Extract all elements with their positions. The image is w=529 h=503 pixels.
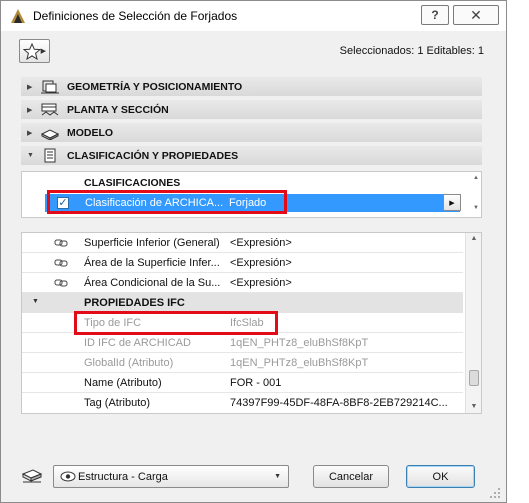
classification-picker-button[interactable]: ▶ [443, 194, 461, 211]
floor-plan-icon [39, 102, 61, 118]
help-button[interactable]: ? [421, 5, 449, 25]
highlight-classification [47, 190, 287, 214]
group-label: PROPIEDADES IFC [84, 297, 185, 309]
favorites-button[interactable]: ▶ [19, 39, 50, 63]
dialog-window: Definiciones de Selección de Forjados ? … [0, 0, 507, 503]
property-value: 1qEN_PHTz8_eluBhSf8KpT [230, 337, 369, 349]
section-label: PLANTA Y SECCIÓN [67, 103, 169, 116]
property-value[interactable]: <Expresión> [230, 277, 292, 289]
collapse-arrow-icon: ▼ [27, 152, 34, 159]
chevron-right-icon: ▶ [40, 48, 46, 55]
scroll-up-icon[interactable]: ▲ [471, 175, 481, 181]
ifc-properties-group[interactable]: ▼ PROPIEDADES IFC [22, 293, 463, 313]
section-geometry[interactable]: ▶ GEOMETRÍA Y POSICIONAMIENTO [21, 77, 482, 96]
property-name: Name (Atributo) [84, 377, 162, 389]
resize-grip-icon[interactable] [489, 487, 501, 499]
play-arrow-icon: ▶ [449, 199, 455, 207]
property-name: ID IFC de ARCHICAD [84, 337, 191, 349]
selection-info: Seleccionados: 1 Editables: 1 [339, 45, 484, 57]
archicad-app-icon [11, 9, 25, 23]
slab-layers-icon [21, 469, 43, 483]
property-row[interactable]: Tag (Atributo) 74397F99-45DF-48FA-8BF8-2… [22, 393, 463, 413]
property-value: 1qEN_PHTz8_eluBhSf8KpT [230, 357, 369, 369]
section-floor-plan[interactable]: ▶ PLANTA Y SECCIÓN [21, 100, 482, 119]
link-icon [54, 279, 68, 287]
scroll-down-icon[interactable]: ▼ [466, 403, 481, 410]
link-icon [54, 239, 68, 247]
expand-arrow-icon: ▶ [27, 83, 33, 91]
scroll-down-icon[interactable]: ▼ [471, 205, 481, 211]
section-label: GEOMETRÍA Y POSICIONAMIENTO [67, 80, 243, 93]
classifications-heading: CLASIFICACIONES [84, 177, 181, 189]
property-value[interactable]: <Expresión> [230, 237, 292, 249]
collapse-arrow-icon: ▼ [32, 298, 39, 305]
star-icon [23, 42, 41, 60]
scroll-up-icon[interactable]: ▲ [466, 235, 481, 242]
expand-arrow-icon: ▶ [27, 129, 33, 137]
section-label: CLASIFICACIÓN Y PROPIEDADES [67, 149, 239, 162]
eye-icon [60, 471, 76, 482]
geometry-icon [39, 79, 61, 95]
property-row[interactable]: Superficie Inferior (General) <Expresión… [22, 233, 463, 253]
properties-scrollbar[interactable]: ▲ ▼ [465, 233, 481, 413]
section-label: MODELO [67, 126, 114, 139]
model-icon [39, 125, 61, 141]
ok-button[interactable]: OK [406, 465, 475, 488]
view-dropdown[interactable]: Estructura - Carga ▼ [53, 465, 289, 488]
property-row[interactable]: Name (Atributo) FOR - 001 [22, 373, 463, 393]
property-row: ID IFC de ARCHICAD 1qEN_PHTz8_eluBhSf8Kp… [22, 333, 463, 353]
property-name: Área Condicional de la Su... [84, 277, 221, 289]
view-label: Estructura - Carga [78, 471, 168, 483]
property-row[interactable]: Área Condicional de la Su... <Expresión> [22, 273, 463, 293]
close-button[interactable]: ✕ [453, 5, 499, 25]
property-value[interactable]: <Expresión> [230, 257, 292, 269]
highlight-ifc-type [74, 311, 278, 335]
title-bar: Definiciones de Selección de Forjados ? … [1, 1, 506, 31]
scrollbar-thumb[interactable] [469, 370, 479, 386]
property-value[interactable]: FOR - 001 [230, 377, 281, 389]
property-name: Área de la Superficie Infer... [84, 257, 220, 269]
section-classification[interactable]: ▼ CLASIFICACIÓN Y PROPIEDADES [21, 146, 482, 165]
property-name: GlobalId (Atributo) [84, 357, 174, 369]
property-value[interactable]: 74397F99-45DF-48FA-8BF8-2EB729214C... [230, 397, 448, 409]
expand-arrow-icon: ▶ [27, 106, 33, 114]
link-icon [54, 259, 68, 267]
chevron-down-icon: ▼ [274, 473, 281, 480]
cancel-button[interactable]: Cancelar [313, 465, 389, 488]
properties-icon [39, 148, 61, 164]
property-row[interactable]: Área de la Superficie Infer... <Expresió… [22, 253, 463, 273]
section-model[interactable]: ▶ MODELO [21, 123, 482, 142]
property-row: GlobalId (Atributo) 1qEN_PHTz8_eluBhSf8K… [22, 353, 463, 373]
property-name: Tag (Atributo) [84, 397, 151, 409]
window-title: Definiciones de Selección de Forjados [33, 9, 238, 23]
property-name: Superficie Inferior (General) [84, 237, 220, 249]
